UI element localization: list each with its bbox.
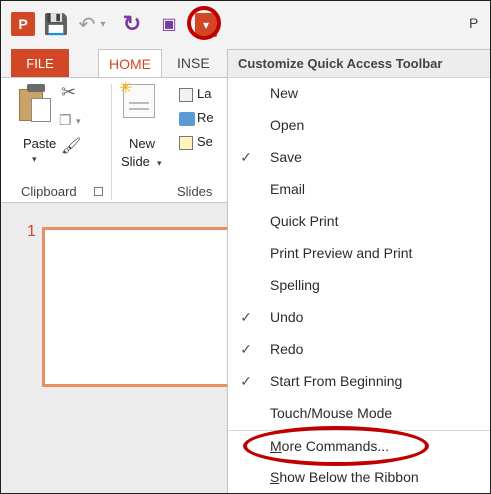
copy-dropdown-icon[interactable]: ▾ (76, 116, 81, 127)
menu-item-email[interactable]: Email (228, 174, 490, 204)
layout-button[interactable]: La (197, 86, 211, 101)
slide-thumbnail[interactable] (42, 227, 232, 387)
tab-file[interactable]: FILE (11, 49, 69, 77)
new-slide-label[interactable]: Slide (121, 154, 150, 169)
menu-item-undo[interactable]: ✓ Undo (228, 302, 490, 332)
menu-item-save[interactable]: ✓ Save (228, 142, 490, 172)
window-title: P (469, 15, 479, 31)
format-painter-icon[interactable]: 🖌 (61, 136, 81, 156)
reset-button[interactable]: Re (197, 110, 214, 125)
menu-item-open[interactable]: Open (228, 110, 490, 140)
powerpoint-logo-icon: P (11, 12, 35, 36)
highlight-ring-more-commands (243, 426, 429, 466)
section-icon[interactable] (179, 136, 193, 150)
paste-button[interactable]: Paste (23, 136, 56, 151)
paste-icon[interactable] (19, 84, 53, 122)
save-icon[interactable]: 💾 (44, 12, 69, 36)
paste-dropdown-icon[interactable]: ▾ (32, 154, 37, 165)
clipboard-group-label: Clipboard (21, 184, 77, 199)
title-bar: P 💾 ↶ ▾ ↻ ▣ ▾ P (1, 1, 490, 49)
start-from-beginning-icon[interactable]: ▣ (157, 12, 181, 36)
section-button[interactable]: Se (197, 134, 213, 149)
check-icon: ✓ (240, 149, 252, 165)
menu-item-start-from-beginning[interactable]: ✓ Start From Beginning (228, 366, 490, 396)
menu-item-show-below-ribbon[interactable]: Show Below the Ribbon (228, 462, 490, 492)
reset-icon[interactable] (179, 112, 195, 126)
menu-item-touch-mouse-mode[interactable]: Touch/Mouse Mode (228, 398, 490, 428)
cut-icon[interactable]: ✂ (61, 82, 76, 103)
tab-home[interactable]: HOME (98, 49, 162, 78)
check-icon: ✓ (240, 309, 252, 325)
clipboard-dialog-launcher-icon[interactable] (94, 187, 103, 196)
new-slide-star-icon: ✳ (119, 80, 133, 97)
highlight-ring-dropdown (187, 6, 221, 40)
tab-insert[interactable]: INSE (177, 55, 210, 71)
menu-item-redo[interactable]: ✓ Redo (228, 334, 490, 364)
slide-number: 1 (27, 223, 36, 240)
menu-header: Customize Quick Access Toolbar (228, 50, 490, 78)
clipboard-paper-shape (31, 98, 51, 122)
slides-group-label: Slides (177, 184, 213, 199)
powerpoint-window: P 💾 ↶ ▾ ↻ ▣ ▾ P FILE HOME INSE ✂ ❐ ▾ 🖌 P… (0, 0, 491, 494)
menu-item-spelling[interactable]: Spelling (228, 270, 490, 300)
check-icon: ✓ (240, 341, 252, 357)
layout-icon[interactable] (179, 88, 193, 102)
new-slide-button[interactable]: New (129, 136, 155, 151)
undo-icon[interactable]: ↶ (77, 12, 97, 36)
new-slide-icon-line (129, 108, 149, 110)
redo-icon[interactable]: ↻ (121, 11, 143, 36)
check-icon: ✓ (240, 373, 252, 389)
group-divider (111, 84, 112, 200)
new-slide-icon-line (129, 102, 149, 104)
menu-item-print-preview[interactable]: Print Preview and Print (228, 238, 490, 268)
copy-icon[interactable]: ❐ (59, 112, 72, 129)
undo-dropdown-icon[interactable]: ▾ (98, 12, 108, 36)
new-slide-dropdown-icon[interactable]: ▾ (157, 158, 162, 169)
menu-item-new[interactable]: New (228, 78, 490, 108)
menu-item-quick-print[interactable]: Quick Print (228, 206, 490, 236)
customize-qat-menu: Customize Quick Access Toolbar New Open … (227, 49, 490, 493)
clipboard-clip-shape (27, 84, 45, 92)
